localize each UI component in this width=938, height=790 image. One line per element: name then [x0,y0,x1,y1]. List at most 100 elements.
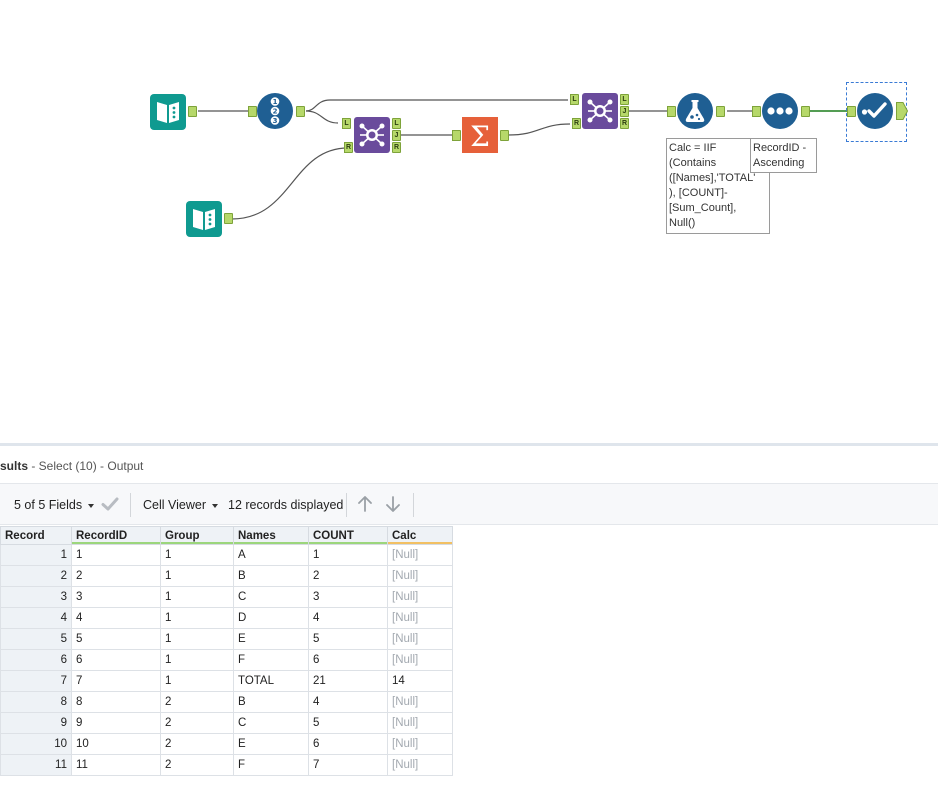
record-number-cell[interactable]: 6 [0,649,72,671]
record-number-cell[interactable]: 5 [0,628,72,650]
table-cell[interactable]: TOTAL [233,670,309,692]
table-cell[interactable]: 4 [308,607,388,629]
output-anchor[interactable] [224,213,233,224]
table-cell[interactable]: 2 [71,565,161,587]
table-cell[interactable]: 14 [387,670,453,692]
record-number-cell[interactable]: 2 [0,565,72,587]
table-cell[interactable]: 4 [71,607,161,629]
table-cell[interactable]: [Null] [387,733,453,755]
column-header-group[interactable]: Group [160,526,234,545]
table-cell[interactable]: A [233,544,309,566]
table-cell[interactable]: [Null] [387,565,453,587]
input-anchor[interactable] [248,106,257,117]
workflow-canvas[interactable]: 1 2 3 L R L J R Σ L R L J R Calc = IIF (… [0,0,938,443]
table-cell[interactable]: [Null] [387,544,453,566]
table-row[interactable]: 5 5 1 E 5 [Null] [0,628,453,650]
table-cell[interactable]: 4 [308,691,388,713]
sort-annotation[interactable]: RecordID - Ascending [750,138,817,173]
table-row[interactable]: 1 1 1 A 1 [Null] [0,544,453,566]
table-cell[interactable]: F [233,649,309,671]
table-cell[interactable]: 7 [308,754,388,776]
record-number-cell[interactable]: 11 [0,754,72,776]
join-tool-1[interactable]: L R L J R [342,116,401,157]
table-cell[interactable]: 6 [71,649,161,671]
table-cell[interactable]: 9 [71,712,161,734]
table-cell[interactable]: 1 [71,544,161,566]
join-right-input-anchor[interactable]: R [572,118,581,129]
table-cell[interactable]: 2 [160,754,234,776]
table-row[interactable]: 10 10 2 E 6 [Null] [0,733,453,755]
table-row[interactable]: 2 2 1 B 2 [Null] [0,565,453,587]
table-cell[interactable]: B [233,565,309,587]
table-cell[interactable]: [Null] [387,712,453,734]
apply-checkmark-button[interactable] [100,494,120,514]
record-number-cell[interactable]: 4 [0,607,72,629]
table-row[interactable]: 6 6 1 F 6 [Null] [0,649,453,671]
input-data-tool-1[interactable] [149,93,197,134]
join-left-output-anchor[interactable]: L [620,94,629,105]
table-cell[interactable]: 8 [71,691,161,713]
table-cell[interactable]: C [233,712,309,734]
output-anchor-arrow[interactable] [896,102,908,120]
input-anchor[interactable] [752,106,761,117]
table-cell[interactable]: B [233,691,309,713]
select-tool[interactable] [847,92,908,133]
input-anchor[interactable] [847,106,856,117]
table-row[interactable]: 4 4 1 D 4 [Null] [0,607,453,629]
join-left-input-anchor[interactable]: L [342,118,351,129]
table-cell[interactable]: [Null] [387,649,453,671]
table-cell[interactable]: C [233,586,309,608]
record-number-cell[interactable]: 9 [0,712,72,734]
join-left-output-anchor[interactable]: L [392,118,401,129]
record-number-cell[interactable]: 8 [0,691,72,713]
table-cell[interactable]: 1 [160,607,234,629]
table-cell[interactable]: 1 [160,565,234,587]
formula-tool[interactable] [667,92,725,133]
join-join-output-anchor[interactable]: J [392,130,401,141]
input-anchor[interactable] [452,130,461,141]
column-header-names[interactable]: Names [233,526,309,545]
table-cell[interactable]: 2 [160,691,234,713]
table-cell[interactable]: 2 [308,565,388,587]
table-cell[interactable]: 3 [71,586,161,608]
record-number-cell[interactable]: 3 [0,586,72,608]
join-tool-2[interactable]: L R L J R [570,92,629,133]
record-number-cell[interactable]: 10 [0,733,72,755]
record-id-tool[interactable]: 1 2 3 [248,92,305,133]
table-cell[interactable]: 3 [308,586,388,608]
scroll-up-button[interactable] [355,494,375,514]
fields-dropdown[interactable]: 5 of 5 Fields [14,495,95,515]
table-cell[interactable]: E [233,733,309,755]
table-cell[interactable]: 21 [308,670,388,692]
table-cell[interactable]: 6 [308,733,388,755]
table-cell[interactable]: 5 [308,712,388,734]
cell-viewer-dropdown[interactable]: Cell Viewer [143,495,218,515]
output-anchor[interactable] [188,106,197,117]
table-cell[interactable]: [Null] [387,586,453,608]
table-cell[interactable]: 11 [71,754,161,776]
table-row[interactable]: 3 3 1 C 3 [Null] [0,586,453,608]
scroll-down-button[interactable] [383,494,403,514]
table-cell[interactable]: 1 [160,628,234,650]
table-cell[interactable]: 7 [71,670,161,692]
table-cell[interactable]: 2 [160,712,234,734]
summarize-tool[interactable]: Σ [452,116,509,157]
table-cell[interactable]: 6 [308,649,388,671]
table-cell[interactable]: E [233,628,309,650]
table-cell[interactable]: D [233,607,309,629]
table-cell[interactable]: [Null] [387,754,453,776]
table-cell[interactable]: [Null] [387,607,453,629]
output-anchor[interactable] [716,106,725,117]
table-row[interactable]: 8 8 2 B 4 [Null] [0,691,453,713]
record-number-cell[interactable]: 1 [0,544,72,566]
table-cell[interactable]: 1 [160,586,234,608]
join-right-output-anchor[interactable]: R [620,118,629,129]
table-cell[interactable]: [Null] [387,628,453,650]
column-header-count[interactable]: COUNT [308,526,388,545]
output-anchor[interactable] [801,106,810,117]
table-cell[interactable]: 5 [71,628,161,650]
join-right-input-anchor[interactable]: R [344,142,353,153]
table-cell[interactable]: 2 [160,733,234,755]
sort-tool[interactable] [752,92,810,133]
column-header-recordid[interactable]: RecordID [71,526,161,545]
